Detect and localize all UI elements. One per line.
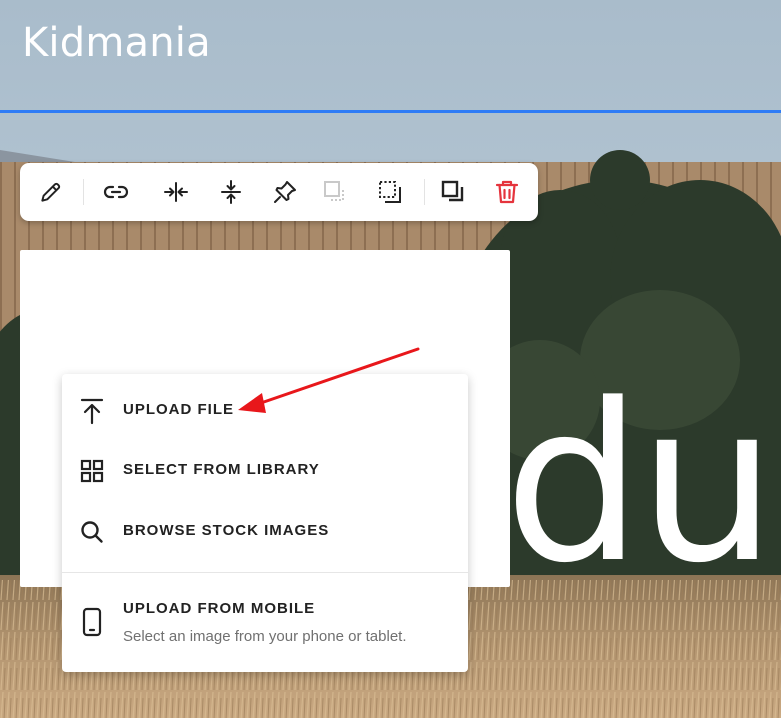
grid-icon	[78, 457, 106, 485]
menu-item-description: Select an image from your phone or table…	[123, 628, 407, 645]
hero-heading-text[interactable]: duc	[504, 376, 781, 594]
search-icon	[78, 518, 106, 546]
block-toolbar	[20, 163, 538, 221]
site-title[interactable]: Kidmania	[22, 20, 211, 66]
menu-item-upload-file[interactable]: UPLOAD FILE	[62, 382, 468, 440]
phone-icon	[78, 607, 106, 637]
menu-item-label: UPLOAD FROM MOBILE	[123, 600, 316, 617]
pin-icon[interactable]	[269, 176, 301, 208]
upload-icon	[78, 397, 106, 425]
crop-disabled-icon	[319, 176, 351, 208]
upload-menu: UPLOAD FILE SELECT FROM LIBRARY BROWSE S…	[62, 374, 468, 672]
menu-item-browse-stock[interactable]: BROWSE STOCK IMAGES	[62, 502, 468, 560]
menu-divider	[62, 572, 468, 573]
shrink-horizontal-icon[interactable]	[160, 176, 192, 208]
menu-item-label: SELECT FROM LIBRARY	[123, 461, 320, 478]
header-selection-outline	[0, 110, 781, 113]
menu-item-label: UPLOAD FILE	[123, 401, 234, 418]
editor-canvas: Kidmania duc	[0, 0, 781, 718]
toolbar-divider	[424, 179, 425, 205]
menu-item-label: BROWSE STOCK IMAGES	[123, 522, 330, 539]
link-icon[interactable]	[100, 176, 132, 208]
shrink-vertical-icon[interactable]	[215, 176, 247, 208]
crop-icon[interactable]	[374, 176, 406, 208]
menu-item-select-library[interactable]: SELECT FROM LIBRARY	[62, 442, 468, 500]
pencil-icon[interactable]	[35, 176, 67, 208]
menu-item-upload-mobile[interactable]: UPLOAD FROM MOBILE Select an image from …	[62, 588, 468, 658]
trash-icon[interactable]	[491, 176, 523, 208]
toolbar-divider	[83, 179, 84, 205]
duplicate-icon[interactable]	[437, 176, 469, 208]
